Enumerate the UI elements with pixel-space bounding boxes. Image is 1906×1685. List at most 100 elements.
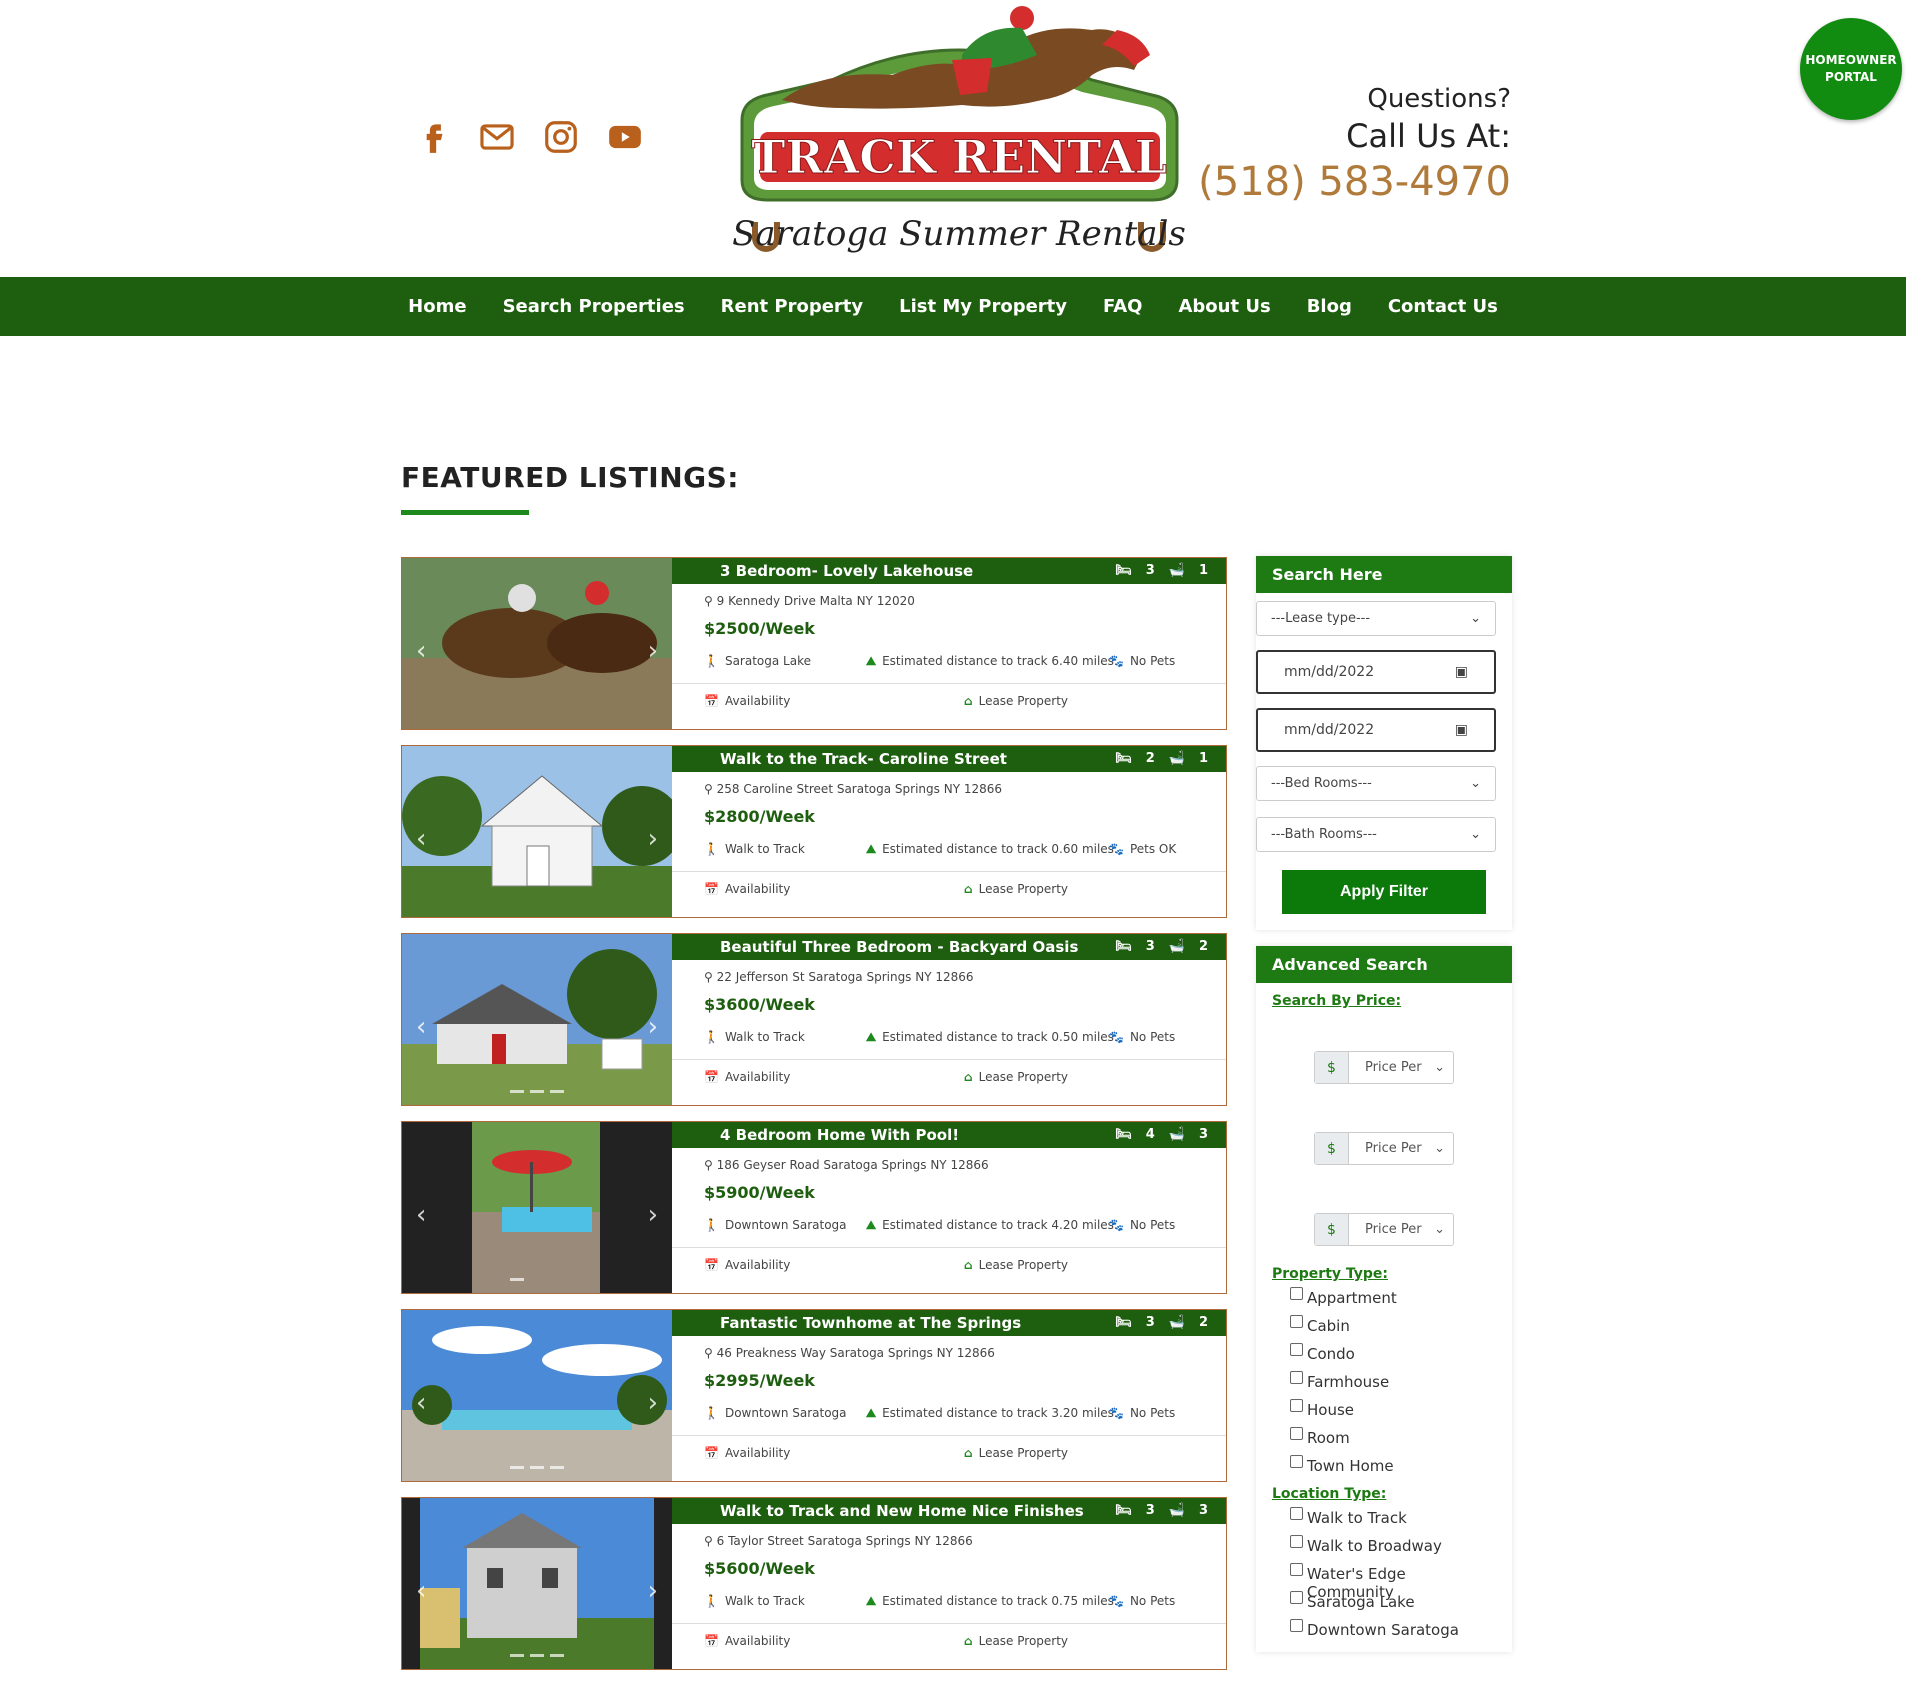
start-date-input[interactable]: mm/dd/2022 ▣: [1256, 650, 1496, 694]
next-arrow-icon[interactable]: ›: [648, 1576, 658, 1606]
checkbox[interactable]: [1290, 1371, 1303, 1384]
prev-arrow-icon[interactable]: ‹: [416, 1388, 426, 1418]
prev-arrow-icon[interactable]: ‹: [416, 1012, 426, 1042]
nav-contact-us[interactable]: Contact Us: [1388, 296, 1498, 317]
calendar-icon[interactable]: ▣: [1455, 722, 1468, 738]
prev-arrow-icon[interactable]: ‹: [416, 1200, 426, 1230]
lease-type-select[interactable]: ---Lease type--- ⌄: [1256, 601, 1496, 636]
property-type-option[interactable]: Cabin: [1290, 1315, 1496, 1338]
location-type-option[interactable]: Walk to Track: [1290, 1507, 1496, 1530]
listing-title[interactable]: Fantastic Townhome at The Springs 🛏 3 🛁 2: [672, 1310, 1226, 1336]
listing-title-text[interactable]: 3 Bedroom- Lovely Lakehouse: [720, 562, 973, 580]
youtube-icon[interactable]: [606, 118, 644, 156]
property-type-option[interactable]: House: [1290, 1399, 1496, 1422]
listing-photo[interactable]: ‹ ›: [402, 1310, 672, 1481]
listing-photo[interactable]: ‹ ›: [402, 934, 672, 1105]
bed-rooms-select[interactable]: ---Bed Rooms--- ⌄: [1256, 766, 1496, 801]
lease-property-link[interactable]: Lease Property: [979, 694, 1068, 708]
apply-filter-button[interactable]: Apply Filter: [1282, 870, 1486, 914]
listing-title[interactable]: Walk to the Track- Caroline Street 🛏 2 🛁 1: [672, 746, 1226, 772]
checkbox[interactable]: [1290, 1535, 1303, 1548]
lease-property-link[interactable]: Lease Property: [979, 1634, 1068, 1648]
property-type-option[interactable]: Room: [1290, 1427, 1496, 1450]
location-type-option[interactable]: Water's Edge Community: [1290, 1563, 1496, 1601]
bed-count: 3: [1145, 939, 1155, 954]
checkbox[interactable]: [1290, 1287, 1303, 1300]
bath-rooms-select[interactable]: ---Bath Rooms--- ⌄: [1256, 817, 1496, 852]
checkbox[interactable]: [1290, 1315, 1303, 1328]
price-select[interactable]: $ Price Per ⌄: [1314, 1051, 1454, 1084]
listing-photo[interactable]: ‹ ›: [402, 1498, 672, 1669]
nav-home[interactable]: Home: [408, 296, 466, 317]
listing-card[interactable]: ‹ › Walk to the Track- Caroline Street 🛏…: [401, 745, 1227, 918]
end-date-input[interactable]: mm/dd/2022 ▣: [1256, 708, 1496, 752]
prev-arrow-icon[interactable]: ‹: [416, 824, 426, 854]
mail-icon[interactable]: [478, 118, 516, 156]
property-type-option[interactable]: Town Home: [1290, 1455, 1496, 1478]
lease-property-link[interactable]: Lease Property: [979, 882, 1068, 896]
availability-link[interactable]: Availability: [725, 1446, 790, 1460]
prev-arrow-icon[interactable]: ‹: [416, 1576, 426, 1606]
availability-link[interactable]: Availability: [725, 1634, 790, 1648]
listing-card[interactable]: ‹ › 4 Bedroom Home With Pool! 🛏 4 🛁 3 ⚲ 18…: [401, 1121, 1227, 1294]
next-arrow-icon[interactable]: ›: [648, 1200, 658, 1230]
availability-link[interactable]: Availability: [725, 1258, 790, 1272]
nav-list-my-property[interactable]: List My Property: [899, 296, 1067, 317]
listing-card[interactable]: ‹ › Fantastic Townhome at The Springs 🛏 3…: [401, 1309, 1227, 1482]
listing-title[interactable]: Beautiful Three Bedroom - Backyard Oasis…: [672, 934, 1226, 960]
nav-blog[interactable]: Blog: [1307, 296, 1352, 317]
bath-icon: 🛁: [1168, 563, 1185, 578]
availability-link[interactable]: Availability: [725, 882, 790, 896]
listing-title[interactable]: 4 Bedroom Home With Pool! 🛏 4 🛁 3: [672, 1122, 1226, 1148]
next-arrow-icon[interactable]: ›: [648, 1388, 658, 1418]
property-type-option[interactable]: Condo: [1290, 1343, 1496, 1366]
nav-search-properties[interactable]: Search Properties: [503, 296, 685, 317]
calendar-icon[interactable]: ▣: [1455, 664, 1468, 680]
checkbox[interactable]: [1290, 1399, 1303, 1412]
nav-about-us[interactable]: About Us: [1178, 296, 1270, 317]
listing-title-text[interactable]: Fantastic Townhome at The Springs: [720, 1314, 1021, 1332]
listing-title-text[interactable]: Walk to the Track- Caroline Street: [720, 750, 1007, 768]
address-text: 258 Caroline Street Saratoga Springs NY …: [716, 782, 1003, 796]
next-arrow-icon[interactable]: ›: [648, 636, 658, 666]
track-rental-logo[interactable]: EST. 2005 TRACK RENTAL Saratoga Summer R…: [722, 0, 1196, 277]
checkbox[interactable]: [1290, 1455, 1303, 1468]
listing-title[interactable]: 3 Bedroom- Lovely Lakehouse 🛏 3 🛁 1: [672, 558, 1226, 584]
listing-card[interactable]: ‹ › 3 Bedroom- Lovely Lakehouse 🛏 3 🛁 1 ⚲ …: [401, 557, 1227, 730]
checkbox[interactable]: [1290, 1427, 1303, 1440]
availability-link[interactable]: Availability: [725, 1070, 790, 1084]
lease-property-link[interactable]: Lease Property: [979, 1070, 1068, 1084]
instagram-icon[interactable]: [542, 118, 580, 156]
listing-title-text[interactable]: Walk to Track and New Home Nice Finishes: [720, 1502, 1084, 1520]
homeowner-portal-button[interactable]: HOMEOWNER PORTAL: [1800, 18, 1902, 120]
checkbox[interactable]: [1290, 1619, 1303, 1632]
listing-card[interactable]: ‹ › Walk to Track and New Home Nice Fini…: [401, 1497, 1227, 1670]
listing-title-text[interactable]: 4 Bedroom Home With Pool!: [720, 1126, 959, 1144]
price-select[interactable]: $ Price Per ⌄: [1314, 1132, 1454, 1165]
prev-arrow-icon[interactable]: ‹: [416, 636, 426, 666]
lease-property-link[interactable]: Lease Property: [979, 1258, 1068, 1272]
nav-rent-property[interactable]: Rent Property: [721, 296, 864, 317]
price-select[interactable]: $ Price Per ⌄: [1314, 1213, 1454, 1246]
listing-photo[interactable]: ‹ ›: [402, 746, 672, 917]
checkbox[interactable]: [1290, 1343, 1303, 1356]
next-arrow-icon[interactable]: ›: [648, 1012, 658, 1042]
listing-photo[interactable]: ‹ ›: [402, 1122, 672, 1293]
listing-title-text[interactable]: Beautiful Three Bedroom - Backyard Oasis: [720, 938, 1078, 956]
property-type-option[interactable]: Farmhouse: [1290, 1371, 1496, 1394]
availability-link[interactable]: Availability: [725, 694, 790, 708]
facebook-icon[interactable]: [414, 118, 452, 156]
property-type-option[interactable]: Appartment: [1290, 1287, 1496, 1310]
nav-faq[interactable]: FAQ: [1103, 296, 1142, 317]
listing-photo[interactable]: ‹ ›: [402, 558, 672, 729]
location-type-option[interactable]: Walk to Broadway: [1290, 1535, 1496, 1558]
location-type-option[interactable]: Downtown Saratoga: [1290, 1619, 1496, 1642]
lease-property-link[interactable]: Lease Property: [979, 1446, 1068, 1460]
checkbox[interactable]: [1290, 1591, 1303, 1604]
listing-card[interactable]: ‹ › Beautiful Three Bedroom - Backyard O…: [401, 933, 1227, 1106]
checkbox[interactable]: [1290, 1507, 1303, 1520]
next-arrow-icon[interactable]: ›: [648, 824, 658, 854]
contact-phone[interactable]: (518) 583-4970: [1198, 156, 1511, 208]
checkbox[interactable]: [1290, 1563, 1303, 1576]
listing-title[interactable]: Walk to Track and New Home Nice Finishes…: [672, 1498, 1226, 1524]
